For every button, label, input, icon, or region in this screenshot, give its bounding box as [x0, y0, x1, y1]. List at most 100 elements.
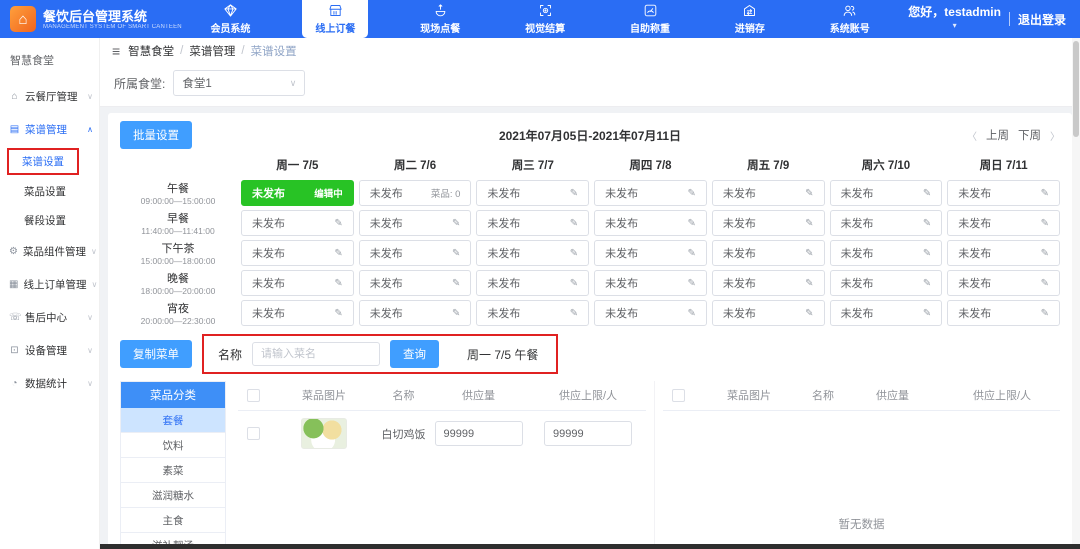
schedule-cell[interactable]: 未发布✎ [947, 270, 1060, 296]
schedule-cell[interactable]: 未发布✎ [359, 240, 472, 266]
empty-placeholder: 暂无数据 [663, 516, 1060, 532]
header-checkbox[interactable] [247, 389, 260, 402]
schedule-cell[interactable]: 未发布菜品: 0 [359, 180, 472, 206]
canteen-select[interactable]: 食堂1 ∨ [173, 70, 305, 96]
nav-system-account[interactable]: 系统账号 [817, 0, 883, 38]
nav-visual-checkout[interactable]: 视觉结算 [512, 0, 578, 38]
schedule-cell[interactable]: 未发布✎ [476, 270, 589, 296]
nav-online-order[interactable]: 线上订餐 [302, 0, 368, 38]
aftersales-icon: ☏ [9, 312, 20, 323]
publish-status: 未发布 [958, 245, 991, 261]
sidebar-item-dish-components[interactable]: ⚙菜品组件管理∨ [0, 235, 99, 268]
edit-icon: ✎ [805, 308, 813, 319]
sidebar-subitem-mealtime-settings[interactable]: 餐段设置 [0, 206, 99, 235]
row-checkbox[interactable] [247, 427, 260, 440]
editing-badge: 编辑中 [314, 186, 343, 200]
nav-inventory[interactable]: 进销存 [722, 0, 778, 38]
horizontal-scrollbar[interactable] [100, 544, 1080, 549]
supply-input[interactable] [435, 421, 523, 446]
schedule-cell[interactable]: 未发布✎ [241, 270, 354, 296]
nav-onsite-order[interactable]: 现场点餐 [407, 0, 473, 38]
schedule-cell[interactable]: 未发布✎ [830, 240, 943, 266]
schedule-cell[interactable]: 未发布✎ [830, 180, 943, 206]
schedule-cell[interactable]: 未发布✎ [241, 240, 354, 266]
nav-label: 进销存 [735, 20, 765, 35]
schedule-cell[interactable]: 未发布✎ [594, 300, 707, 326]
schedule-cell[interactable]: 未发布✎ [359, 270, 472, 296]
sidebar-item-online-order-mgmt[interactable]: ▦线上订单管理∨ [0, 268, 99, 301]
schedule-cell[interactable]: 未发布✎ [476, 300, 589, 326]
vertical-scrollbar[interactable] [1072, 38, 1080, 549]
meal-name: 宵夜 [167, 300, 189, 316]
vertical-scrollbar-thumb[interactable] [1073, 41, 1079, 137]
schedule-cell[interactable]: 未发布✎ [241, 300, 354, 326]
schedule-cell[interactable]: 未发布✎ [712, 300, 825, 326]
schedule-cell[interactable]: 未发布✎ [830, 300, 943, 326]
edit-icon: ✎ [334, 218, 342, 229]
schedule-cell[interactable]: 未发布✎ [594, 240, 707, 266]
limit-input[interactable] [544, 421, 632, 446]
schedule-cell[interactable]: 未发布✎ [594, 210, 707, 236]
schedule-cell[interactable]: 未发布编辑中 [241, 180, 354, 206]
prev-week-link[interactable]: 上周 [986, 127, 1009, 143]
copy-menu-button[interactable]: 复制菜单 [120, 340, 192, 368]
next-week-link[interactable]: 下周 [1018, 127, 1041, 143]
day-header: 周二 7/6 [359, 154, 472, 176]
schedule-cell[interactable]: 未发布✎ [594, 180, 707, 206]
schedule-cell[interactable]: 未发布 ✎ [241, 210, 354, 236]
publish-status: 未发布 [252, 215, 285, 231]
sidebar-item-aftersales[interactable]: ☏售后中心∨ [0, 301, 99, 334]
schedule-cell[interactable]: 未发布✎ [712, 240, 825, 266]
schedule-cell[interactable]: 未发布✎ [476, 210, 589, 236]
search-button[interactable]: 查询 [390, 340, 439, 368]
schedule-cell[interactable]: 未发布✎ [712, 210, 825, 236]
schedule-cell[interactable]: 未发布✎ [830, 210, 943, 236]
breadcrumb-item[interactable]: 菜谱管理 [189, 43, 235, 59]
chevron-down-icon: ∨ [87, 92, 93, 101]
category-item[interactable]: 主食 [121, 508, 225, 533]
dish-name-input[interactable] [252, 342, 380, 366]
sidebar-item-recipe-mgmt[interactable]: ▤菜谱管理∧ [0, 113, 99, 146]
category-item[interactable]: 饮料 [121, 433, 225, 458]
schedule-cell[interactable]: 未发布✎ [359, 300, 472, 326]
nav-self-weighing[interactable]: 自助称重 [617, 0, 683, 38]
schedule-cell[interactable]: 未发布✎ [712, 270, 825, 296]
schedule-cell[interactable]: 未发布✎ [476, 240, 589, 266]
schedule-cell[interactable]: 未发布✎ [947, 210, 1060, 236]
schedule-cell[interactable]: 未发布✎ [712, 180, 825, 206]
user-greeting-wrap[interactable]: 您好，testadmin ▾ [908, 6, 1001, 32]
chevron-down-icon: ∨ [87, 346, 93, 355]
account-area: 您好，testadmin ▾ 退出登录 [902, 0, 1080, 38]
schedule-cell[interactable]: 未发布✎ [947, 180, 1060, 206]
sidebar-subitem-dish-settings[interactable]: 菜品设置 [0, 177, 99, 206]
edit-icon: ✎ [805, 188, 813, 199]
recipe-mgmt-icon: ▤ [9, 124, 20, 135]
schedule-cell[interactable]: 未发布✎ [594, 270, 707, 296]
category-list: 套餐饮料素菜滋润糖水主食滋补靓汤荤菜汤面类汤面甜品 [121, 408, 225, 549]
meal-label: 午餐09:00:00—15:00:00 [120, 180, 236, 206]
breadcrumb-item[interactable]: 智慧食堂 [128, 43, 174, 59]
category-item[interactable]: 套餐 [121, 408, 225, 433]
sidebar-item-cloud-canteen[interactable]: ⌂云餐厅管理∨ [0, 80, 99, 113]
logout-button[interactable]: 退出登录 [1018, 11, 1066, 28]
header-checkbox[interactable] [672, 389, 685, 402]
menu-editor-toolbar: 复制菜单 名称 查询 周一 7/5 午餐 [120, 334, 1060, 374]
breadcrumb-separator: / [241, 45, 244, 57]
sidebar-subitem-recipe-settings[interactable]: 菜谱设置 [7, 148, 79, 175]
dish-name: 白切鸡饭 [380, 426, 427, 442]
sidebar-item-data-stats[interactable]: ◔数据统计∨ [0, 367, 99, 400]
sidebar-item-device-mgmt[interactable]: ⊡设备管理∨ [0, 334, 99, 367]
category-item[interactable]: 素菜 [121, 458, 225, 483]
edit-icon: ✎ [805, 248, 813, 259]
schedule-cell[interactable]: 未发布✎ [359, 210, 472, 236]
publish-status: 未发布 [605, 185, 638, 201]
schedule-cell[interactable]: 未发布✎ [947, 300, 1060, 326]
meal-name: 下午茶 [162, 240, 195, 256]
publish-status: 未发布 [370, 185, 403, 201]
schedule-cell[interactable]: 未发布✎ [476, 180, 589, 206]
schedule-cell[interactable]: 未发布✎ [830, 270, 943, 296]
schedule-cell[interactable]: 未发布✎ [947, 240, 1060, 266]
nav-member-system[interactable]: 会员系统 [197, 0, 263, 38]
collapse-menu-icon[interactable]: ≡ [112, 43, 120, 59]
category-item[interactable]: 滋润糖水 [121, 483, 225, 508]
